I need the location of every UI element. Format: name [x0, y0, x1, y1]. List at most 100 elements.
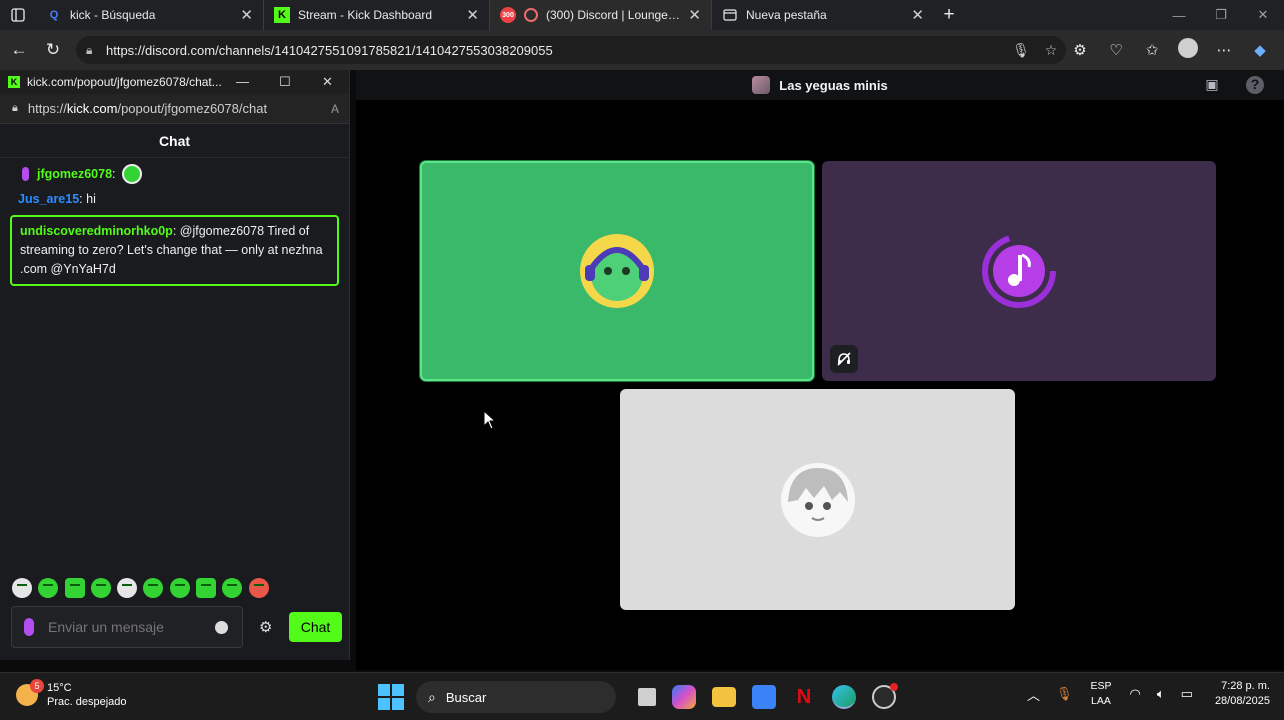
chat-composer: [11, 606, 243, 648]
participant-tile-music-bot[interactable]: [822, 161, 1216, 381]
maximize-icon[interactable]: ❐: [1200, 0, 1242, 30]
microphone-icon[interactable]: [24, 618, 34, 636]
new-tab-button[interactable]: +: [934, 0, 964, 30]
more-options-icon[interactable]: ⋯: [1206, 41, 1242, 59]
input-language[interactable]: ESP LAA: [1090, 679, 1111, 709]
emote-icon[interactable]: [64, 578, 85, 598]
address-bar[interactable]: 🔒︎ https://discord.com/channels/14104275…: [76, 36, 1066, 64]
emote-icon[interactable]: [90, 578, 111, 598]
obs-icon[interactable]: [872, 683, 898, 709]
browser-tools: ⚙︎ ♡ ✩ ⋯ ◆: [1062, 30, 1278, 70]
show-hidden-icons-icon[interactable]: ︿: [1027, 685, 1040, 704]
browser-tab-bar: Q kick - Búsqueda ✕ K Stream - Kick Dash…: [0, 0, 1284, 30]
emoji-picker-icon[interactable]: [215, 621, 228, 634]
windows-start-icon[interactable]: [378, 684, 404, 710]
chat-message: jfgomez6078 :: [0, 164, 349, 184]
language-code: ESP: [1090, 680, 1112, 692]
close-tab-icon[interactable]: ✕: [466, 6, 479, 24]
emote-icon[interactable]: [38, 578, 59, 598]
headset-avatar-icon: [580, 234, 654, 308]
discord-badge-icon: 300: [500, 7, 516, 23]
maximize-icon[interactable]: ☐: [279, 74, 291, 90]
clock-time: 7:28 p. m.: [1221, 680, 1270, 692]
chat-message: Jus_are15: hi: [0, 190, 349, 209]
chat-username[interactable]: undiscoveredminorhko0p: [20, 224, 173, 238]
favorites-icon[interactable]: ✩: [1134, 41, 1170, 59]
chat-header: Chat: [0, 124, 349, 158]
search-icon: Q: [49, 9, 59, 21]
emote-icon[interactable]: [143, 578, 164, 598]
screen-share-icon[interactable]: ▣: [1202, 76, 1222, 94]
close-window-icon[interactable]: ✕: [1242, 0, 1284, 30]
emote-icon[interactable]: [248, 578, 269, 598]
tab-label: (300) Discord | Lounge | Las yeguas mini…: [546, 8, 680, 22]
highlighted-chat-message: undiscoveredminorhko0p: @jfgomez6078 Tir…: [10, 215, 339, 286]
lock-icon: 🔒︎: [12, 102, 18, 114]
extensions-icon[interactable]: ⚙︎: [1062, 41, 1098, 59]
popout-url-prefix: https://: [27, 101, 67, 116]
popout-window-title: kick.com/popout/jfgomez6078/chat...: [27, 75, 222, 89]
minimize-icon[interactable]: —: [1158, 0, 1200, 30]
mouse-cursor-icon: [483, 410, 497, 430]
tab-label: Nueva pestaña: [746, 8, 827, 22]
emote-icon[interactable]: [169, 578, 190, 598]
tab-actions-icon[interactable]: [0, 0, 36, 30]
microphone-in-use-icon[interactable]: 🎙︎: [1056, 686, 1073, 702]
close-tab-icon[interactable]: ✕: [688, 6, 701, 24]
send-chat-button[interactable]: Chat: [289, 612, 342, 642]
emote-bar: [12, 578, 275, 598]
emote-icon[interactable]: [222, 578, 243, 598]
close-tab-icon[interactable]: ✕: [911, 6, 924, 24]
weather-condition-text: Prac. despejado: [47, 696, 127, 708]
chat-username[interactable]: Jus_are15: [18, 192, 79, 206]
emote-icon[interactable]: [12, 578, 32, 598]
deafened-icon: [830, 345, 858, 373]
site-info-icon[interactable]: 🔒︎: [86, 43, 106, 58]
kick-chat-popout: K kick.com/popout/jfgomez6078/chat... — …: [0, 70, 350, 660]
tab-kick-search[interactable]: Q kick - Búsqueda ✕: [36, 0, 264, 30]
close-tab-icon[interactable]: ✕: [240, 6, 253, 24]
taskbar-search[interactable]: ⌕ Buscar: [416, 681, 616, 713]
microphone-icon[interactable]: 🎙︎: [1006, 42, 1036, 59]
tab-kick-dashboard[interactable]: K Stream - Kick Dashboard ✕: [264, 0, 490, 30]
tab-discord[interactable]: 300 (300) Discord | Lounge | Las yeguas …: [490, 0, 712, 30]
edge-browser-icon[interactable]: [832, 685, 856, 709]
participant-tile-speaking[interactable]: [420, 161, 814, 381]
close-popout-icon[interactable]: ✕: [322, 74, 333, 90]
microsoft-store-icon[interactable]: [752, 685, 776, 709]
chat-text: : hi: [79, 192, 96, 206]
tab-new-tab[interactable]: Nueva pestaña ✕: [712, 0, 934, 30]
browser-essentials-icon[interactable]: ♡: [1098, 41, 1134, 59]
keyboard-layout: LAA: [1091, 695, 1111, 707]
netflix-icon[interactable]: N: [792, 685, 816, 709]
profile-avatar[interactable]: [1170, 38, 1206, 62]
participant-tile-anime-avatar[interactable]: [620, 389, 1015, 610]
kick-logo-icon: K: [274, 7, 290, 23]
chat-message-input[interactable]: [48, 619, 198, 635]
read-aloud-icon[interactable]: A: [331, 102, 339, 116]
task-view-icon[interactable]: [638, 688, 656, 706]
system-clock[interactable]: 7:28 p. m. 28/08/2025: [1215, 679, 1270, 709]
tab-label: kick - Búsqueda: [70, 8, 156, 22]
battery-icon[interactable]: ▭: [1181, 686, 1193, 702]
weather-widget[interactable]: 5 15°C Prac. despejado: [16, 679, 127, 709]
back-icon[interactable]: ←: [2, 30, 36, 70]
file-explorer-icon[interactable]: [712, 687, 736, 707]
emote-icon[interactable]: [196, 578, 217, 598]
reload-icon[interactable]: ↻: [36, 30, 70, 70]
copilot-icon[interactable]: [672, 685, 696, 709]
chat-settings-icon[interactable]: ⚙︎: [259, 618, 272, 636]
discord-voice-view: Las yeguas minis ▣ ?: [356, 70, 1284, 670]
volume-icon[interactable]: 🔈︎: [1157, 686, 1165, 702]
chat-username[interactable]: jfgomez6078: [37, 165, 112, 184]
copilot-icon[interactable]: ◆: [1242, 41, 1278, 59]
help-icon[interactable]: ?: [1246, 76, 1264, 94]
minimize-icon[interactable]: —: [236, 74, 249, 89]
taskbar-apps: ⌕ Buscar N: [378, 681, 904, 713]
wifi-icon[interactable]: ◠: [1129, 686, 1140, 702]
search-icon: ⌕: [428, 688, 436, 705]
emote-icon[interactable]: [117, 578, 138, 598]
search-label: Buscar: [445, 689, 487, 705]
address-toolbar: ← ↻ 🔒︎ https://discord.com/channels/1410…: [0, 30, 1284, 70]
popout-url-bar: 🔒︎ https:// kick.com /popout/jfgomez6078…: [0, 94, 349, 124]
